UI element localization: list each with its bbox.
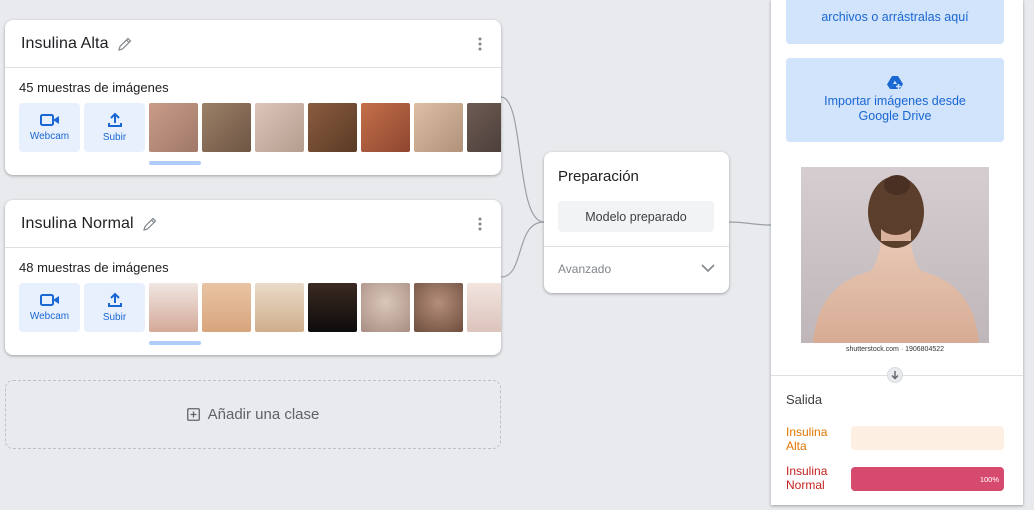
more-vert-icon[interactable] xyxy=(477,216,483,232)
pencil-icon[interactable] xyxy=(142,216,158,232)
preview-image xyxy=(801,167,989,343)
sample-thumbnail[interactable] xyxy=(414,283,463,332)
file-upload-dropzone[interactable]: archivos o arrástralas aquí xyxy=(786,0,1004,44)
sample-thumbnail[interactable] xyxy=(361,103,410,152)
add-box-icon xyxy=(186,408,200,421)
class-card-header: Insulina Alta xyxy=(5,20,501,68)
upload-button[interactable]: Subir xyxy=(84,103,145,152)
drive-text-line1: Importar imágenes desde xyxy=(824,94,966,108)
confidence-percent: 100% xyxy=(979,475,999,484)
upload-label: Subir xyxy=(102,312,127,323)
google-drive-icon xyxy=(887,76,903,89)
divider xyxy=(544,246,729,247)
upload-icon xyxy=(107,112,122,127)
output-title: Salida xyxy=(786,392,823,407)
add-class-label: Añadir una clase xyxy=(207,406,320,423)
videocam-icon xyxy=(39,114,59,126)
sample-thumbnail[interactable] xyxy=(149,103,198,152)
output-label: Insulina Alta xyxy=(786,425,828,453)
sample-thumbnail[interactable] xyxy=(202,103,251,152)
training-title: Preparación xyxy=(558,168,639,185)
webcam-button[interactable]: Webcam xyxy=(19,283,80,332)
sample-thumbnail[interactable] xyxy=(308,283,357,332)
class-name[interactable]: Insulina Normal xyxy=(21,215,134,233)
sample-thumbnail[interactable] xyxy=(255,103,304,152)
sample-row: Webcam Subir xyxy=(19,103,501,161)
image-watermark: shutterstock.com · 1906804522 xyxy=(845,346,945,353)
sample-thumbnail[interactable] xyxy=(467,283,501,332)
webcam-label: Webcam xyxy=(29,311,70,322)
class-card-header: Insulina Normal xyxy=(5,200,501,248)
class-name[interactable]: Insulina Alta xyxy=(21,35,109,53)
class-card-insulina-normal: Insulina Normal 48 muestras de imágenes … xyxy=(5,200,501,355)
sample-thumbnail[interactable] xyxy=(414,103,463,152)
thumbnail-scroll-indicator[interactable] xyxy=(149,161,201,165)
train-model-button[interactable]: Modelo preparado xyxy=(558,201,714,232)
upload-button[interactable]: Subir xyxy=(84,283,145,332)
chevron-down-icon[interactable] xyxy=(701,264,715,273)
add-class-button[interactable]: Añadir una clase xyxy=(5,380,501,449)
sample-thumbnail[interactable] xyxy=(255,283,304,332)
videocam-icon xyxy=(39,294,59,306)
sample-thumbnail[interactable] xyxy=(308,103,357,152)
sample-count: 48 muestras de imágenes xyxy=(19,260,169,275)
confidence-bar xyxy=(851,426,1004,450)
pencil-icon[interactable] xyxy=(117,36,133,52)
advanced-toggle[interactable]: Avanzado xyxy=(558,262,611,276)
sample-row: Webcam Subir xyxy=(19,283,501,341)
thumbnail-scroll-indicator[interactable] xyxy=(149,341,201,345)
webcam-button[interactable]: Webcam xyxy=(19,103,80,152)
webcam-label: Webcam xyxy=(29,131,70,142)
class-card-insulina-alta: Insulina Alta 45 muestras de imágenes We… xyxy=(5,20,501,175)
upload-label: Subir xyxy=(102,132,127,143)
drive-text-line2: Google Drive xyxy=(858,109,932,123)
preview-panel: archivos o arrástralas aquí Importar imá… xyxy=(771,0,1023,505)
sample-count: 45 muestras de imágenes xyxy=(19,80,169,95)
sample-thumbnail[interactable] xyxy=(467,103,501,152)
sample-thumbnail[interactable] xyxy=(361,283,410,332)
confidence-bar: 100% xyxy=(851,467,1004,491)
google-drive-import-button[interactable]: Importar imágenes desde Google Drive xyxy=(786,58,1004,142)
sample-thumbnail[interactable] xyxy=(149,283,198,332)
upload-icon xyxy=(107,292,122,307)
training-card: Preparación Modelo preparado Avanzado xyxy=(544,152,729,293)
output-label: Insulina Normal xyxy=(786,464,828,492)
arrow-down-icon xyxy=(887,367,903,383)
sample-thumbnail[interactable] xyxy=(202,283,251,332)
more-vert-icon[interactable] xyxy=(477,36,483,52)
